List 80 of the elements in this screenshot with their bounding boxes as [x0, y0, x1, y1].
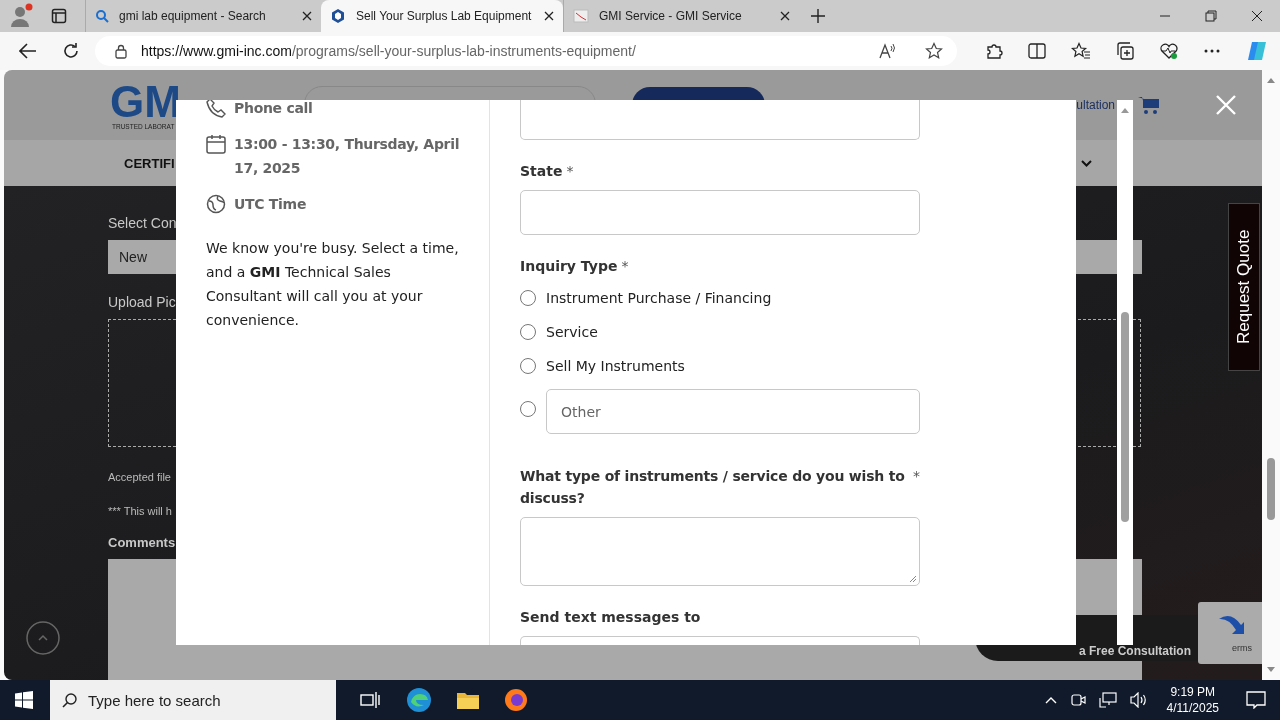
cart-icon[interactable]	[1138, 95, 1160, 115]
hexagon-icon	[330, 8, 346, 24]
chevron-up-icon[interactable]	[1044, 696, 1057, 704]
star-icon[interactable]	[925, 42, 943, 60]
volume-icon[interactable]	[1129, 692, 1148, 708]
field-label: Comments	[108, 535, 176, 550]
scroll-up-icon[interactable]	[1121, 108, 1129, 113]
heart-pulse-icon[interactable]	[1159, 42, 1179, 60]
timezone: UTC Time	[234, 195, 307, 214]
resize-handle-icon[interactable]	[909, 575, 917, 583]
lock-icon	[115, 43, 127, 59]
split-screen-icon[interactable]	[1028, 43, 1046, 59]
search-icon	[62, 692, 78, 708]
field-label: Select Con	[108, 215, 177, 231]
search-icon	[95, 9, 109, 23]
clock-time[interactable]: 9:19 PM	[1170, 684, 1216, 700]
notifications-icon[interactable]	[1246, 691, 1266, 709]
close-icon[interactable]	[1251, 10, 1263, 22]
collections-icon[interactable]	[1116, 42, 1134, 60]
note-text: *** This will h	[108, 505, 172, 517]
phone-icon	[206, 100, 226, 118]
back-icon[interactable]	[19, 43, 37, 59]
close-icon[interactable]	[780, 11, 790, 21]
profile-icon[interactable]	[9, 3, 35, 29]
scroll-up-icon[interactable]	[1267, 78, 1275, 83]
taskbar-search-field[interactable]: Type here to search	[50, 680, 336, 720]
tab-actions-icon[interactable]	[51, 8, 67, 24]
request-quote-tab[interactable]: Request Quote	[1228, 203, 1260, 371]
camera-icon[interactable]	[1069, 692, 1086, 708]
field-label: State	[520, 162, 563, 181]
field-label: Inquiry Type	[520, 257, 618, 276]
puzzle-icon[interactable]	[985, 42, 1003, 60]
field-label: Send text messages to	[520, 608, 701, 627]
input-field[interactable]	[520, 636, 920, 645]
scroll-top-icon[interactable]	[26, 621, 60, 655]
recaptcha-badge: erms	[1198, 602, 1262, 664]
option-label[interactable]: Sell My Instruments	[546, 358, 685, 374]
other-field[interactable]: Other	[546, 389, 920, 434]
logo-wordmark: GM	[110, 80, 181, 123]
network-icon[interactable]	[1098, 692, 1117, 708]
windows-start-icon[interactable]	[15, 691, 33, 709]
required-mark: *	[621, 257, 629, 276]
address-bar[interactable]: https://www.gmi-inc.com/programs/sell-your-surplus-lab-instruments-equipment/	[95, 36, 957, 66]
note-text: Accepted file	[108, 471, 171, 483]
calendar-icon	[206, 134, 226, 154]
required-mark: *	[566, 162, 574, 181]
clock-date[interactable]: 4/11/2025	[1166, 700, 1219, 716]
close-icon[interactable]	[302, 11, 312, 21]
globe-icon	[206, 194, 226, 214]
more-icon[interactable]	[1204, 49, 1220, 53]
browser-tab[interactable]: Sell Your Surplus Lab Equipment	[321, 0, 563, 32]
option-label[interactable]: Service	[546, 324, 598, 340]
scroll-down-icon[interactable]	[1267, 667, 1275, 672]
page-icon	[573, 8, 589, 24]
input-field[interactable]	[520, 100, 920, 140]
nav-item[interactable]: CERTIFI	[124, 155, 175, 171]
meeting-time: 13:00 - 13:30, Thursday, April 17, 2025	[234, 135, 461, 178]
scrollbar-thumb[interactable]	[1267, 458, 1275, 520]
scrollbar-thumb[interactable]	[1121, 312, 1129, 522]
folder-icon[interactable]	[456, 690, 480, 710]
restore-icon[interactable]	[1205, 10, 1217, 22]
new-tab-icon[interactable]	[811, 9, 825, 23]
firefox-icon[interactable]	[504, 688, 528, 712]
read-aloud-icon[interactable]	[879, 43, 897, 59]
header-link[interactable]: ultation	[1076, 98, 1115, 112]
description-text: We know you're busy. Select a time, and a GMI Technical Sales Consultant will call you at your convenience.	[206, 239, 460, 330]
close-icon[interactable]	[544, 11, 554, 21]
task-view-icon[interactable]	[360, 691, 380, 709]
refresh-icon[interactable]	[62, 42, 80, 60]
chevron-down-icon[interactable]	[1081, 159, 1092, 167]
required-mark: *	[913, 467, 920, 486]
call-type: Phone call	[234, 100, 313, 118]
favorites-icon[interactable]	[1071, 42, 1091, 60]
copilot-icon[interactable]	[1245, 39, 1269, 63]
field-label: What type of instruments / service do you wish to discuss?	[520, 467, 906, 508]
input-field[interactable]	[520, 190, 920, 235]
option-label[interactable]: Instrument Purchase / Financing	[546, 290, 772, 306]
edge-icon[interactable]	[406, 687, 432, 713]
field-label: Upload Pic	[108, 294, 176, 310]
modal-scrollbar[interactable]	[1117, 100, 1133, 645]
